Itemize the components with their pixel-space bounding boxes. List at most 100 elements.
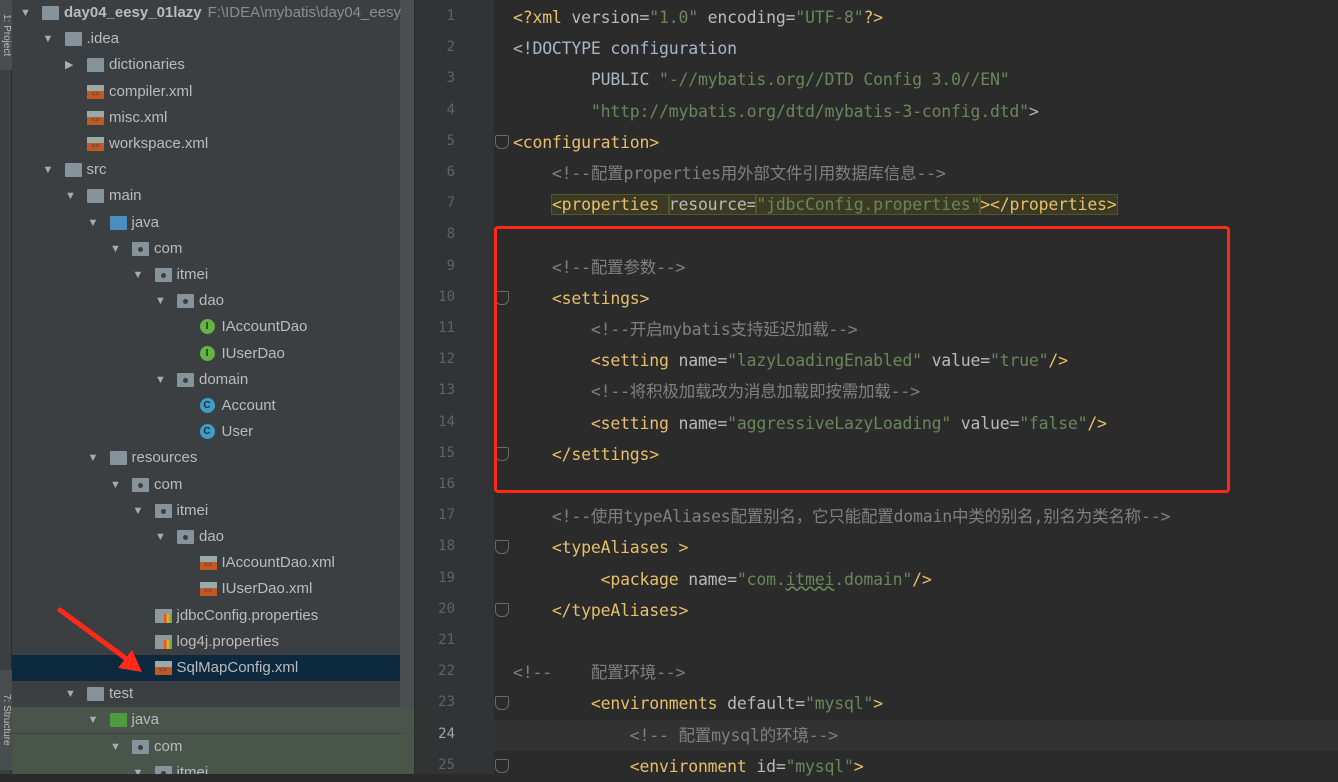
expand-arrow-down-icon[interactable]: ▼ — [88, 210, 100, 236]
tree-item[interactable]: IUserDao.xml — [12, 576, 400, 602]
tree-item[interactable]: SqlMapConfig.xml — [12, 655, 400, 681]
expand-arrow-down-icon[interactable]: ▼ — [133, 262, 145, 288]
line-number: 19 — [438, 569, 455, 586]
expand-arrow-right-icon[interactable]: ▶ — [65, 52, 77, 78]
xml-icon — [87, 84, 104, 99]
folder-icon — [64, 32, 82, 47]
tree-item[interactable]: ▼ src — [12, 157, 400, 183]
tree-item-label: com — [154, 239, 183, 257]
structure-tool-tab[interactable]: 7: Structure — [0, 670, 12, 770]
tree-item[interactable]: C Account — [12, 393, 400, 419]
tree-item-label: day04_eesy_01lazy — [64, 4, 202, 21]
expand-arrow-down-icon[interactable]: ▼ — [155, 367, 167, 393]
project-tool-tab[interactable]: 1: Project — [0, 0, 12, 70]
expand-arrow-down-icon[interactable]: ▼ — [133, 760, 145, 774]
line-number: 5 — [446, 132, 455, 149]
code-token: itmei — [785, 569, 835, 589]
tree-item[interactable]: ▼ itmei — [12, 759, 414, 774]
code-token: name= — [688, 569, 737, 589]
tree-item-text: com — [154, 734, 182, 760]
expand-arrow-down-icon[interactable]: ▼ — [43, 157, 55, 183]
tree-item-label: dictionaries — [109, 56, 185, 74]
properties-icon — [154, 608, 172, 623]
tree-item[interactable]: ▼ itmei — [12, 262, 400, 288]
tree-item[interactable]: ▼ domain — [12, 367, 400, 393]
code-token: > — [873, 694, 883, 714]
tree-item[interactable]: ▼ itmei — [12, 498, 400, 524]
xml-icon — [199, 582, 217, 597]
expand-arrow-down-icon[interactable]: ▼ — [65, 183, 77, 209]
code-token: id= — [756, 756, 786, 776]
xml-icon — [87, 137, 104, 151]
tree-item[interactable]: I IAccountDao — [12, 314, 400, 340]
tree-item[interactable]: ▼ main — [12, 183, 400, 209]
tree-item-label: itmei — [176, 501, 209, 519]
class-icon: C — [199, 398, 215, 413]
code-token: <environments — [513, 694, 728, 714]
tree-item[interactable]: ▼ com — [12, 733, 414, 760]
package-icon — [177, 294, 194, 309]
tree-item-label: IAccountDao — [221, 318, 308, 336]
tree-item[interactable]: compiler.xml — [12, 79, 400, 105]
tree-item[interactable]: workspace.xml — [12, 131, 400, 157]
line-number: 14 — [438, 413, 455, 430]
tree-item-text: itmei — [177, 262, 209, 288]
expand-arrow-down-icon[interactable]: ▼ — [110, 236, 122, 262]
tree-item[interactable]: ▼ dao — [12, 288, 400, 314]
tree-item[interactable]: IAccountDao.xml — [12, 550, 400, 576]
expand-arrow-down-icon[interactable]: ▼ — [88, 707, 100, 733]
expand-arrow-down-icon[interactable]: ▼ — [155, 524, 167, 550]
expand-arrow-down-icon[interactable]: ▼ — [110, 734, 122, 760]
expand-arrow-down-icon[interactable]: ▼ — [65, 681, 77, 707]
tree-item-text: com — [154, 472, 182, 498]
package-icon — [177, 372, 194, 387]
code-line: <!--使用typeAliases配置别名，它只能配置domain中类的别名,别… — [513, 501, 1170, 532]
tree-item[interactable]: jdbcConfig.properties — [12, 603, 400, 629]
line-number: 16 — [438, 476, 455, 492]
tree-item[interactable]: ▶ dictionaries — [12, 52, 400, 78]
tree-item-label: misc.xml — [109, 108, 168, 126]
tree-item-text: log4j.properties — [177, 629, 280, 655]
tree-item[interactable]: ▼ .idea — [12, 26, 400, 52]
code-token: > — [1028, 101, 1039, 121]
tree-item[interactable]: log4j.properties — [12, 629, 400, 655]
tree-item[interactable]: ▼ test — [12, 681, 400, 707]
code-line: <!-- 配置环境--> — [513, 657, 685, 688]
code-token: "mysql" — [785, 756, 854, 776]
tree-item-label: jdbcConfig.properties — [176, 606, 319, 624]
tree-item[interactable]: ▼ com — [12, 472, 400, 498]
tree-item[interactable]: ▼ com — [12, 236, 400, 262]
expand-arrow-down-icon[interactable]: ▼ — [110, 472, 122, 498]
line-number: 2 — [446, 39, 455, 56]
tree-item-text: com — [154, 236, 182, 262]
package-icon — [154, 268, 172, 282]
line-number: 21 — [438, 632, 455, 648]
folder-icon — [87, 189, 104, 204]
tree-item[interactable]: ▼ dao — [12, 524, 400, 550]
tree-item[interactable]: ▼ java — [12, 707, 414, 734]
tree-item-label: compiler.xml — [109, 82, 193, 100]
code-line: </typeAliases> — [513, 595, 688, 626]
expand-arrow-down-icon[interactable]: ▼ — [88, 445, 100, 471]
tree-scrollbar[interactable] — [400, 0, 414, 774]
expand-arrow-down-icon[interactable]: ▼ — [43, 26, 55, 52]
expand-arrow-down-icon[interactable]: ▼ — [20, 0, 32, 26]
expand-arrow-down-icon[interactable]: ▼ — [133, 498, 145, 524]
tree-item[interactable]: misc.xml — [12, 105, 400, 131]
package-icon — [132, 477, 149, 492]
folder-icon — [64, 163, 82, 178]
tree-item-label: main — [109, 187, 142, 205]
tree-item[interactable]: ▼ day04_eesy_01lazy F:\IDEA\mybatis\day04_… — [12, 0, 401, 26]
expand-arrow-down-icon[interactable]: ▼ — [155, 288, 167, 314]
tree-item-label: workspace.xml — [109, 135, 209, 152]
tree-item[interactable]: C User — [12, 419, 400, 445]
tree-item[interactable]: ▼ resources — [12, 445, 400, 471]
line-number: 17 — [438, 507, 455, 524]
code-token: <typeAliases > — [513, 538, 689, 558]
tree-item-text: Account — [222, 393, 276, 419]
tree-item[interactable]: I IUserDao — [12, 341, 400, 367]
code-token: <package — [513, 569, 689, 589]
line-number: 4 — [446, 101, 455, 118]
tree-item[interactable]: ▼ java — [12, 210, 400, 236]
tree-item-text: IUserDao — [222, 341, 285, 367]
